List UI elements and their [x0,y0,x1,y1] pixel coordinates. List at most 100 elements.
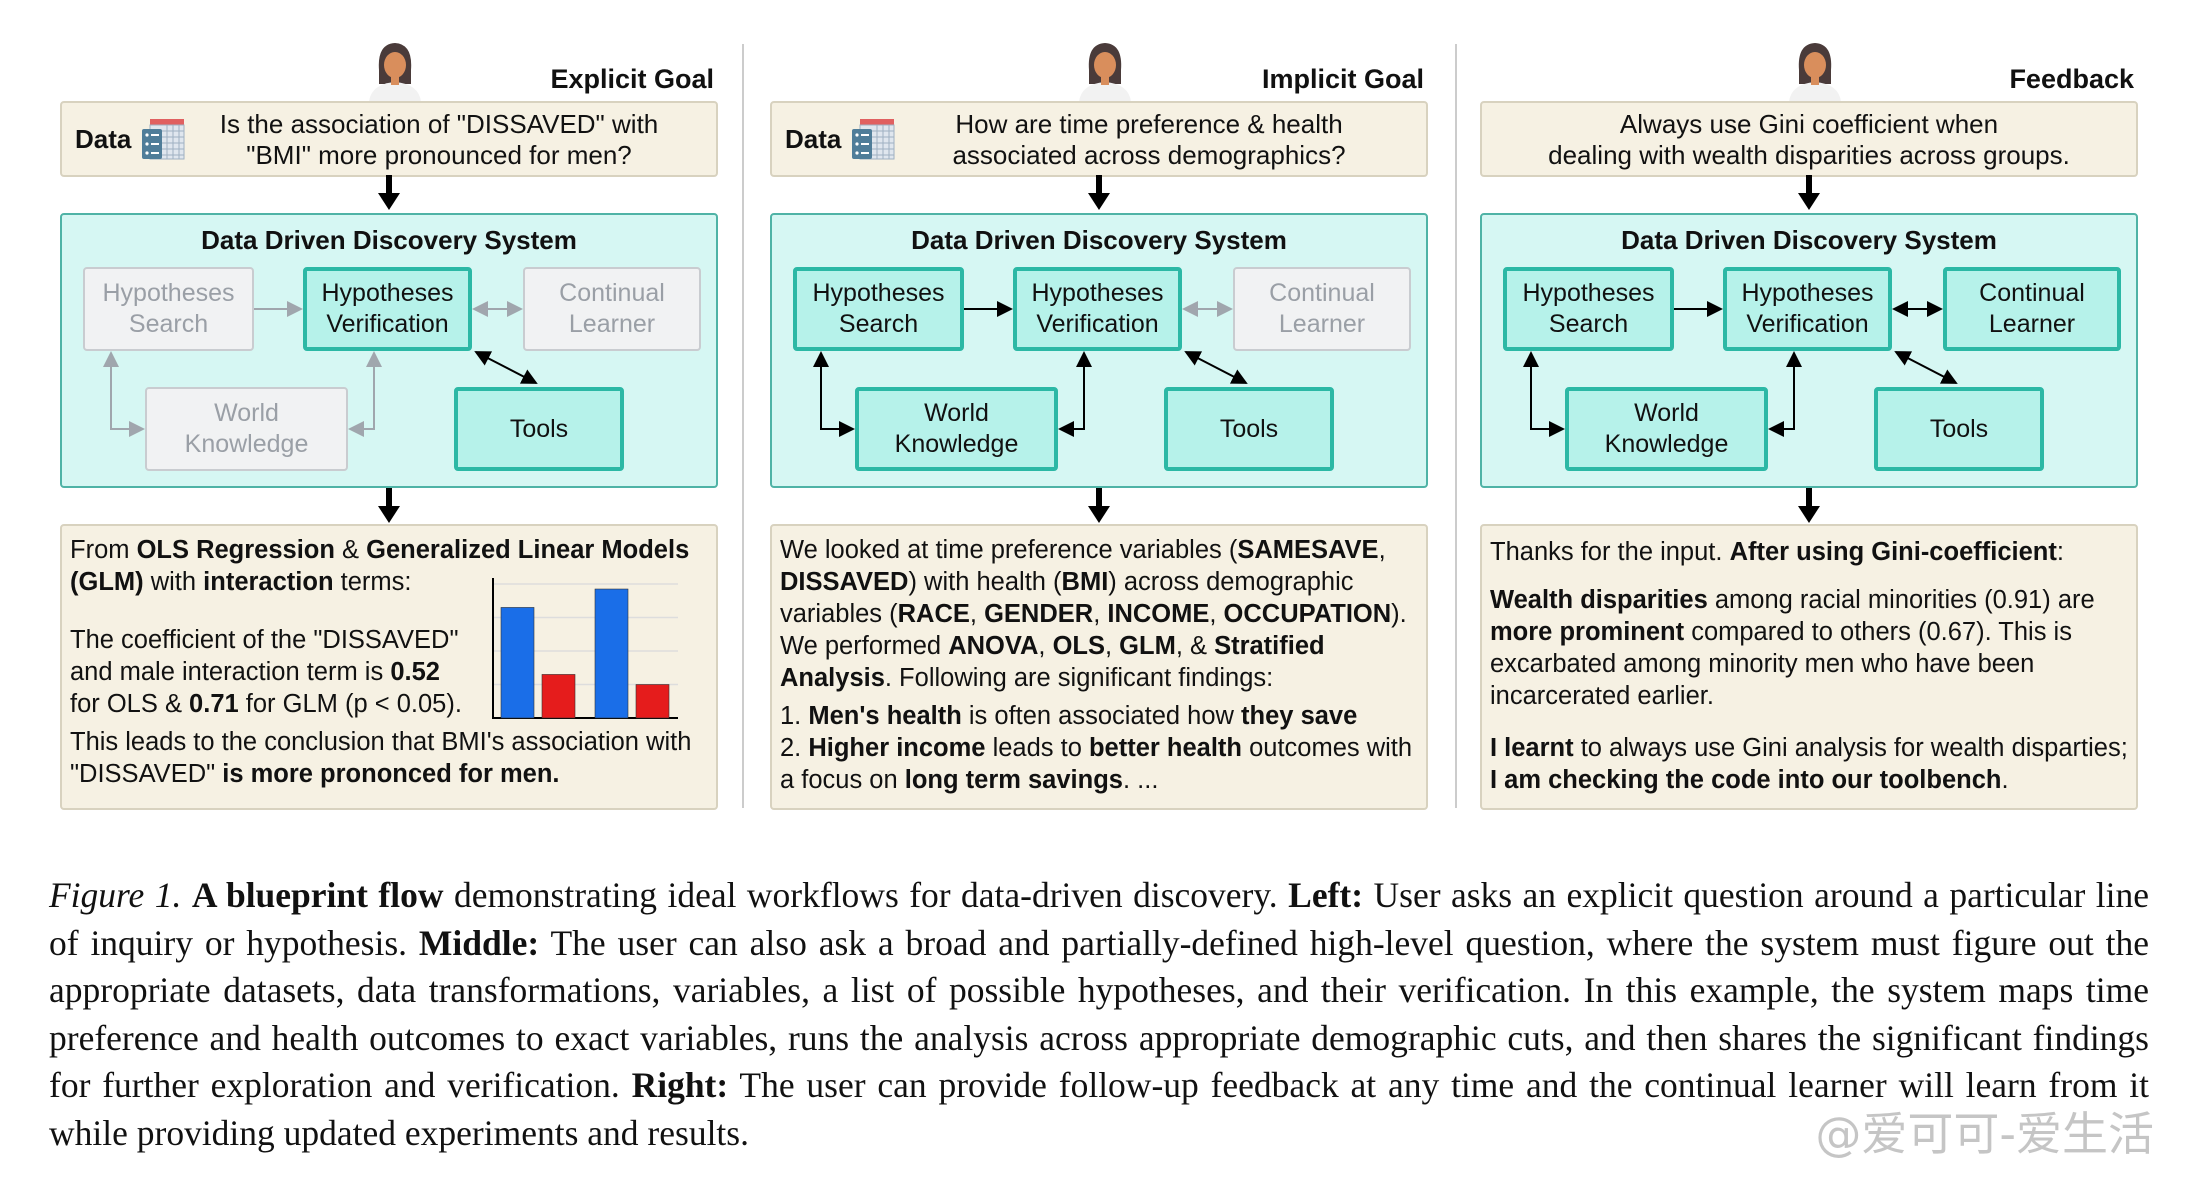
text: terms: [333,568,412,596]
text: . ... [1122,766,1159,794]
result-line: incarcerated earlier. [1490,680,2095,712]
bar-1-1 [635,684,670,719]
module-hv: Hypotheses Verification [1013,267,1182,351]
bold-text: better health [1088,734,1242,762]
module-cl: Continual Learner [523,267,701,351]
text: ) with health ( [908,568,1062,596]
bold-text: Generalized Linear Models [366,536,690,564]
arrow-verification-knowledge [348,351,382,437]
bold-text: SAMESAVE [1237,536,1379,564]
result-line: 2. Higher income leads to better health … [780,732,1412,764]
module-cl: Continual Learner [1233,267,1411,351]
text: 1. [780,702,809,730]
text: excarbated among minority men who have b… [1490,650,2035,678]
module-hs: Hypotheses Search [1503,267,1674,351]
bold-text: more prominent [1490,618,1685,646]
bold-text: After using Gini-coefficient [1729,538,2057,566]
flow-arrow-down-icon [1798,488,1820,523]
arrow-search-knowledge [813,351,855,437]
panel-separator [742,44,744,808]
question-text: Is the association of "DISSAVED" with "BM… [202,109,676,171]
question-line: dealing with wealth disparities across g… [1548,140,2070,170]
flow-arrow-down-icon [1088,175,1110,210]
text: , [969,600,985,628]
discovery-system-box: Data Driven Discovery System Hypotheses S… [770,213,1428,488]
module-hv: Hypotheses Verification [1723,267,1892,351]
text: incarcerated earlier. [1490,682,1714,710]
goal-label: Explicit Goal [550,64,714,94]
bold-text: Analysis [780,664,885,692]
text: The coefficient of the "DISSAVED" [70,626,459,654]
caption-bold: Right: [631,1065,729,1105]
text: This leads to the conclusion that BMI's … [70,728,692,756]
result-line: We performed ANOVA, OLS, GLM, & Stratifi… [780,630,1407,662]
text: , & [1175,632,1215,660]
goal-label: Feedback [2009,64,2134,94]
bold-text: GENDER [984,600,1094,628]
caption-bold: A blueprint flow [191,875,444,915]
user-avatar-icon [1079,43,1131,102]
result-line: I learnt to always use Gini analysis for… [1490,732,2128,764]
panel-1: Implicit Goal Data How are time preference… [770,0,1428,820]
bold-text: long term savings [904,766,1123,794]
panel-2: Feedback Always use Gini coefficient when… [1480,0,2138,820]
bar-0-1 [541,674,576,719]
text: , [1093,600,1108,628]
bold-text: BMI [1061,568,1109,596]
text: , [1104,632,1120,660]
result-box: Thanks for the input. After using Gini-c… [1480,524,2138,810]
text: . [2001,766,2009,794]
arrow-verification-tools [1894,351,1958,384]
text: , [1209,600,1224,628]
bold-text: GLM [1119,632,1176,660]
bar-0-0 [500,607,535,719]
result-paragraph: This leads to the conclusion that BMI's … [70,726,691,790]
bold-text: Wealth disparities [1490,586,1708,614]
arrow-verification-tools [1184,351,1248,384]
text: & [334,536,367,564]
coefficient-bar-chart [492,578,678,719]
bold-text: OCCUPATION [1223,600,1392,628]
bold-text: DISSAVED [780,568,909,596]
result-paragraph: 1. Men's health is often associated how … [780,700,1412,796]
question-line: "BMI" more pronounced for men? [246,140,632,170]
text: We performed [780,632,949,660]
result-paragraph: Thanks for the input. After using Gini-c… [1490,536,2064,568]
flow-arrow-down-icon [378,175,400,210]
result-line: Thanks for the input. After using Gini-c… [1490,536,2064,568]
text: leads to [985,734,1089,762]
module-wk: World Knowledge [145,387,348,471]
question-line: Is the association of "DISSAVED" with [219,109,659,139]
user-avatar-icon [1789,43,1841,102]
caption-text: demonstrating ideal workflows for data-d… [443,875,1289,915]
caption-bold: Middle: [418,922,540,963]
result-line: DISSAVED) with health (BMI) across demog… [780,566,1407,598]
panel-0: Explicit Goal Data Is the association of "… [60,0,718,820]
data-label: Data [75,124,132,154]
result-line: 1. Men's health is often associated how … [780,700,1412,732]
result-line: variables (RACE, GENDER, INCOME, OCCUPAT… [780,598,1407,630]
module-cl: Continual Learner [1943,267,2121,351]
arrow-search-knowledge [1523,351,1565,437]
discovery-system-box: Data Driven Discovery System Hypotheses S… [1480,213,2138,488]
text: compared to others (0.67). This is [1684,618,2072,646]
text: for GLM (p < 0.05). [238,690,462,718]
text: ) across demographic [1108,568,1354,596]
text: variables ( [780,600,898,628]
module-hs: Hypotheses Search [83,267,254,351]
watermark: @爱可可-爱生活 [1815,1107,2154,1161]
question-text: Always use Gini coefficient when dealing … [1482,109,2136,171]
text: . Following are significant findings: [884,664,1274,692]
text: From [70,536,137,564]
bold-text: they save [1241,702,1358,730]
question-line: associated across demographics? [952,140,1346,170]
result-line: From OLS Regression & Generalized Linear… [70,534,689,566]
bold-text: ANOVA [948,632,1039,660]
result-paragraph: The coefficient of the "DISSAVED" and mal… [70,624,462,720]
module-wk: World Knowledge [855,387,1058,471]
text: "DISSAVED" [70,760,223,788]
bold-text: Higher income [808,734,986,762]
question-line: How are time preference & health [955,109,1343,139]
text: for OLS & [70,690,190,718]
result-line: I am checking the code into our toolbenc… [1490,764,2128,796]
